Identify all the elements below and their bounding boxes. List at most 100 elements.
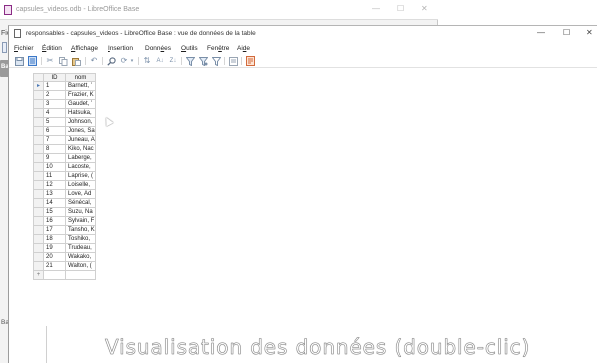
cell-id[interactable]: 14 [44, 199, 66, 208]
cell-nom[interactable]: Jones, Sa [66, 127, 96, 136]
row-selector[interactable] [33, 190, 44, 199]
table-row[interactable]: 13 Love, Ad [33, 190, 123, 199]
cell-nom[interactable]: Love, Ad [66, 190, 96, 199]
sort-icon[interactable]: ⇅ [142, 56, 152, 66]
table-row[interactable]: 16 Sylvain, F [33, 217, 123, 226]
cell-id[interactable]: 16 [44, 217, 66, 226]
cell-nom[interactable]: Trudeau, [66, 244, 96, 253]
row-selector[interactable]: ▸ [33, 82, 44, 91]
row-selector[interactable] [33, 262, 44, 271]
row-selector[interactable] [33, 199, 44, 208]
cell-id[interactable]: 6 [44, 127, 66, 136]
table-row[interactable]: 17 Tansho, K [33, 226, 123, 235]
row-selector[interactable] [33, 109, 44, 118]
cell-nom[interactable]: Walton, ( [66, 262, 96, 271]
row-selector[interactable] [33, 154, 44, 163]
menu-outils[interactable]: Outils [181, 45, 198, 52]
cell-id[interactable]: 3 [44, 100, 66, 109]
cell-nom[interactable]: Juneau, A [66, 136, 96, 145]
row-selector[interactable] [33, 217, 44, 226]
row-selector[interactable] [33, 253, 44, 262]
row-selector[interactable] [33, 118, 44, 127]
row-selector[interactable] [33, 145, 44, 154]
column-header-id[interactable]: ID [44, 73, 66, 82]
cell-id[interactable]: 13 [44, 190, 66, 199]
background-minimize-button[interactable]: — [372, 4, 380, 14]
table-row[interactable]: 15 Suzu, Na [33, 208, 123, 217]
table-row[interactable]: 21 Walton, ( [33, 262, 123, 271]
cell-nom[interactable]: Loiselle, [66, 181, 96, 190]
table-row[interactable]: 18 Toshiko, [33, 235, 123, 244]
new-cell-nom[interactable] [66, 271, 96, 280]
window-titlebar[interactable]: responsables - capsules_videos - LibreOf… [9, 26, 597, 43]
reset-filter-icon[interactable] [211, 56, 221, 66]
menu-donnees[interactable]: Données [145, 45, 171, 52]
table-row[interactable]: 6 Jones, Sa [33, 127, 123, 136]
row-selector[interactable] [33, 226, 44, 235]
new-record-row[interactable]: + [33, 271, 123, 280]
cell-id[interactable]: 4 [44, 109, 66, 118]
menu-affichage[interactable]: Affichage [71, 45, 98, 52]
row-selector[interactable] [33, 91, 44, 100]
autofilter-icon[interactable] [185, 56, 195, 66]
report-icon[interactable] [245, 56, 255, 66]
cell-nom[interactable]: Barnett, ’ [66, 82, 96, 91]
cell-nom[interactable]: Lacoste, [66, 163, 96, 172]
copy-icon[interactable] [58, 56, 68, 66]
row-selector[interactable] [33, 172, 44, 181]
cell-id[interactable]: 20 [44, 253, 66, 262]
table-row[interactable]: 3 Gaudet, ’ [33, 100, 123, 109]
cell-id[interactable]: 2 [44, 91, 66, 100]
cell-id[interactable]: 10 [44, 163, 66, 172]
cell-id[interactable]: 11 [44, 172, 66, 181]
row-selector[interactable] [33, 244, 44, 253]
refresh-icon[interactable]: ⟳ [119, 56, 129, 66]
data-to-text-icon[interactable] [228, 56, 238, 66]
cell-id[interactable]: 21 [44, 262, 66, 271]
cell-nom[interactable]: Sylvain, F [66, 217, 96, 226]
row-selector[interactable] [33, 136, 44, 145]
new-cell-id[interactable] [44, 271, 66, 280]
column-header-nom[interactable]: nom [66, 73, 96, 82]
paste-icon[interactable] [71, 56, 81, 66]
table-row[interactable]: ▸ 1 Barnett, ’ [33, 82, 123, 91]
cell-id[interactable]: 12 [44, 181, 66, 190]
cell-nom[interactable]: Sénécal, [66, 199, 96, 208]
table-row[interactable]: 7 Juneau, A [33, 136, 123, 145]
cell-nom[interactable]: Wakako, [66, 253, 96, 262]
cell-id[interactable]: 1 [44, 82, 66, 91]
cell-id[interactable]: 7 [44, 136, 66, 145]
table-row[interactable]: 14 Sénécal, [33, 199, 123, 208]
cut-icon[interactable]: ✂ [45, 56, 55, 66]
cell-nom[interactable]: Suzu, Na [66, 208, 96, 217]
refresh-dropdown-icon[interactable]: ▾ [129, 56, 135, 66]
row-selector[interactable] [33, 127, 44, 136]
cell-nom[interactable]: Johnson, [66, 118, 96, 127]
background-close-button[interactable]: ✕ [421, 4, 428, 14]
find-icon[interactable] [106, 56, 116, 66]
select-all-corner[interactable] [33, 73, 44, 82]
sort-ascending-icon[interactable]: A↓ [155, 56, 165, 66]
cell-id[interactable]: 18 [44, 235, 66, 244]
menu-edition[interactable]: Édition [42, 45, 62, 52]
undo-icon[interactable]: ↶ [89, 56, 99, 66]
cell-nom[interactable]: Hatsuka, [66, 109, 96, 118]
background-toolbar-icon[interactable] [2, 42, 7, 53]
save-icon[interactable] [14, 56, 24, 66]
table-row[interactable]: 19 Trudeau, [33, 244, 123, 253]
cell-id[interactable]: 15 [44, 208, 66, 217]
cell-id[interactable]: 5 [44, 118, 66, 127]
table-row[interactable]: 8 Kiko, Nac [33, 145, 123, 154]
cell-id[interactable]: 19 [44, 244, 66, 253]
edit-data-icon[interactable] [27, 56, 37, 66]
standard-filter-icon[interactable] [198, 56, 208, 66]
background-maximize-button[interactable]: ☐ [397, 4, 404, 14]
table-row[interactable]: 10 Lacoste, [33, 163, 123, 172]
menu-fenetre[interactable]: Fenêtre [207, 45, 229, 52]
cell-nom[interactable]: Laprise, ( [66, 172, 96, 181]
table-row[interactable]: 20 Wakako, [33, 253, 123, 262]
table-row[interactable]: 9 Laberge, [33, 154, 123, 163]
cell-id[interactable]: 9 [44, 154, 66, 163]
cell-id[interactable]: 8 [44, 145, 66, 154]
row-selector[interactable] [33, 235, 44, 244]
